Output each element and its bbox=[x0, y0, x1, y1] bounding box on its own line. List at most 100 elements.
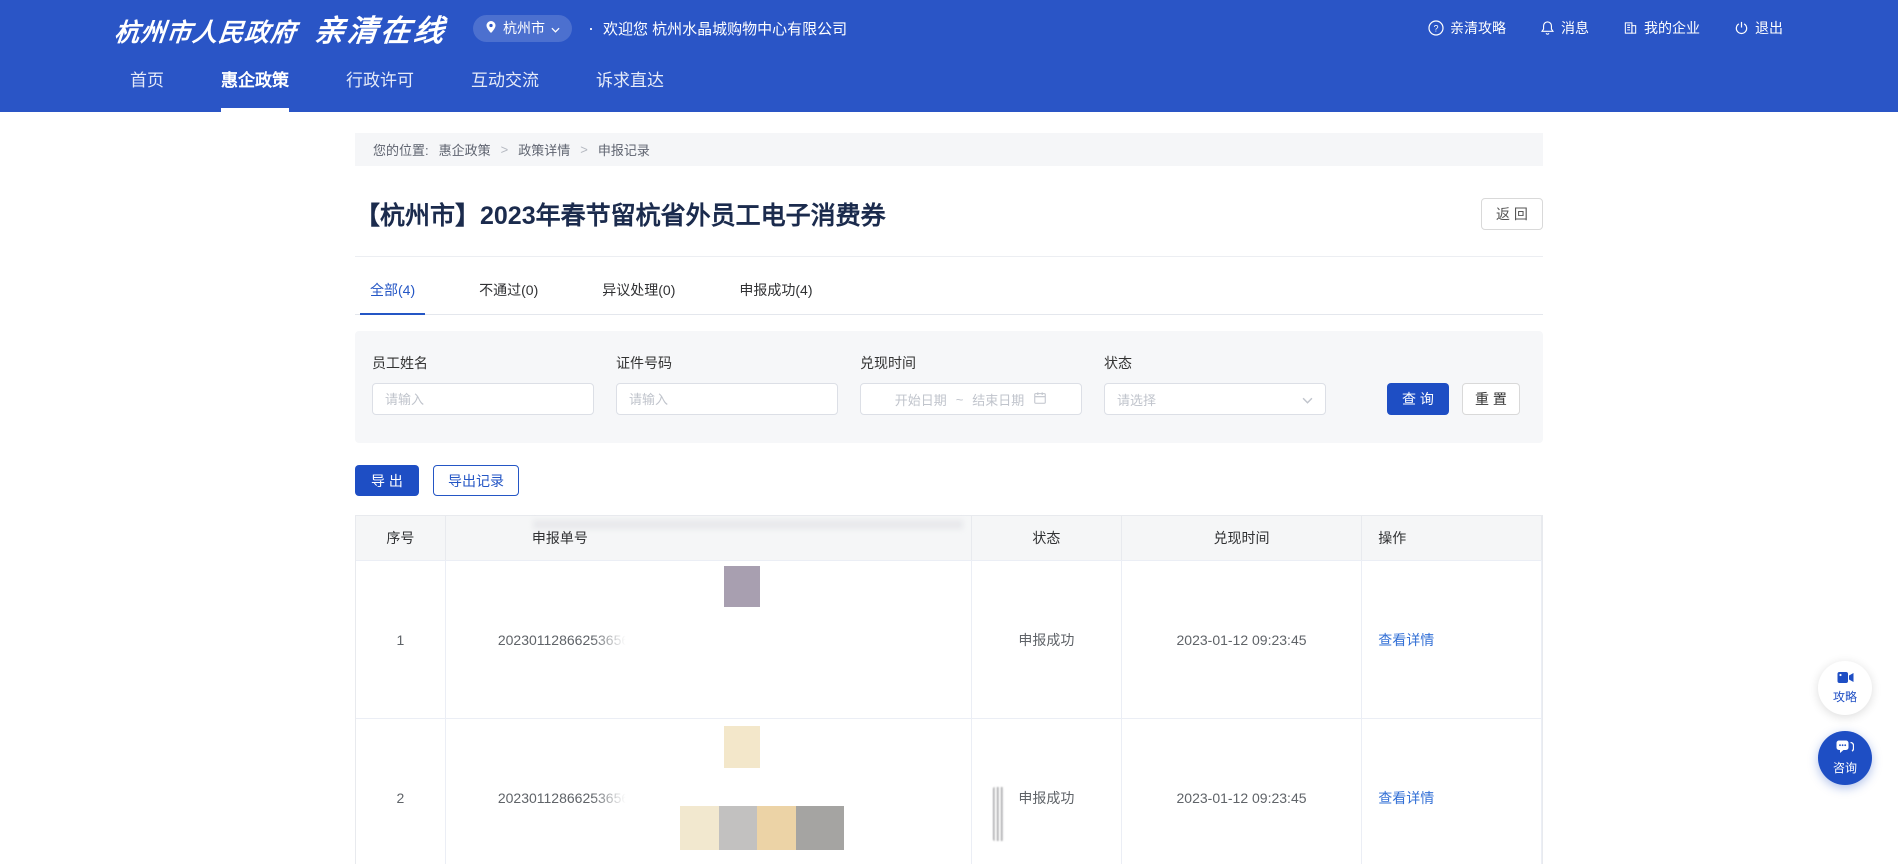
row-redeem-time: 2023-01-12 09:23:45 bbox=[1122, 561, 1363, 718]
redaction-square bbox=[680, 806, 719, 850]
guide-link[interactable]: ? 亲清攻略 bbox=[1428, 18, 1506, 38]
logo-platform-text: 亲清在线 bbox=[313, 6, 450, 50]
video-camera-icon bbox=[1837, 671, 1854, 687]
id-number-input[interactable] bbox=[616, 383, 838, 415]
svg-text:?: ? bbox=[1433, 23, 1438, 33]
my-enterprise-link-label: 我的企业 bbox=[1644, 18, 1700, 38]
tab-dispute[interactable]: 异议处理(0) bbox=[592, 280, 685, 315]
order-no-fade bbox=[592, 788, 640, 810]
site-logo: 杭州市人民政府 亲清在线 bbox=[113, 6, 450, 50]
title-divider bbox=[355, 256, 1543, 257]
row-seq: 1 bbox=[356, 561, 446, 718]
header-links: ? 亲清攻略 消息 我的企业 退出 bbox=[1428, 18, 1783, 38]
col-header-seq: 序号 bbox=[356, 516, 446, 560]
page-title: 【杭州市】2023年春节留杭省外员工电子消费券 bbox=[355, 196, 886, 232]
location-pin-icon bbox=[485, 20, 497, 37]
chevron-down-icon bbox=[551, 20, 560, 36]
breadcrumb-item-policy[interactable]: 惠企政策 bbox=[439, 140, 491, 159]
guide-link-label: 亲清攻略 bbox=[1450, 18, 1506, 38]
status-select[interactable]: 请选择 bbox=[1104, 383, 1326, 415]
date-range-separator: ~ bbox=[956, 392, 964, 407]
nav-item-home[interactable]: 首页 bbox=[130, 56, 164, 112]
welcome-text: · 欢迎您 杭州水晶城购物中心有限公司 bbox=[588, 18, 847, 39]
status-select-placeholder: 请选择 bbox=[1117, 390, 1156, 409]
breadcrumb-separator: > bbox=[580, 142, 588, 157]
top-header: 杭州市人民政府 亲清在线 杭州市 · 欢迎您 杭州水晶城购物中心有限公司 ? 亲… bbox=[0, 0, 1898, 56]
filter-panel: 员工姓名 证件号码 兑现时间 开始日期 ~ 结束日期 状态 请选择 bbox=[355, 331, 1543, 443]
logout-link-label: 退出 bbox=[1755, 18, 1783, 38]
export-actions: 导 出 导出记录 bbox=[355, 465, 1543, 496]
guide-float-label: 攻略 bbox=[1833, 688, 1857, 705]
row-order-no: 202301128662536567 bbox=[446, 561, 972, 718]
row-status: 申报成功 bbox=[972, 561, 1122, 718]
power-icon bbox=[1734, 20, 1749, 36]
employee-name-input[interactable] bbox=[372, 383, 594, 415]
messages-link[interactable]: 消息 bbox=[1540, 18, 1589, 38]
location-label: 杭州市 bbox=[503, 18, 545, 38]
question-circle-icon: ? bbox=[1428, 20, 1444, 36]
messages-link-label: 消息 bbox=[1561, 18, 1589, 38]
logo-gov-text: 杭州市人民政府 bbox=[113, 13, 299, 49]
view-detail-link[interactable]: 查看详情 bbox=[1378, 630, 1434, 650]
redeem-time-label: 兑现时间 bbox=[860, 353, 1082, 373]
employee-name-label: 员工姓名 bbox=[372, 353, 594, 373]
nav-item-administrative-license[interactable]: 行政许可 bbox=[346, 56, 414, 112]
redaction-smear bbox=[533, 520, 963, 529]
export-button[interactable]: 导 出 bbox=[355, 465, 419, 496]
table-header-row: 序号 申报单号 状态 兑现时间 操作 bbox=[356, 516, 1542, 560]
guide-float-button[interactable]: 攻略 bbox=[1818, 661, 1872, 715]
building-icon bbox=[1623, 20, 1638, 36]
redaction-smudge bbox=[993, 787, 1004, 841]
consult-float-label: 咨询 bbox=[1833, 759, 1857, 776]
consult-float-button[interactable]: 咨询 bbox=[1818, 731, 1872, 785]
date-range-picker[interactable]: 开始日期 ~ 结束日期 bbox=[860, 383, 1082, 415]
logout-link[interactable]: 退出 bbox=[1734, 18, 1783, 38]
tab-rejected[interactable]: 不通过(0) bbox=[469, 280, 548, 315]
filter-status: 状态 请选择 bbox=[1104, 353, 1326, 415]
calendar-icon bbox=[1033, 391, 1047, 408]
status-tabs: 全部(4) 不通过(0) 异议处理(0) 申报成功(4) bbox=[355, 280, 1543, 315]
breadcrumb-item-policy-detail[interactable]: 政策详情 bbox=[518, 140, 570, 159]
breadcrumb-separator: > bbox=[501, 142, 509, 157]
reset-button[interactable]: 重 置 bbox=[1462, 383, 1520, 415]
redaction-strip bbox=[680, 806, 844, 850]
location-selector[interactable]: 杭州市 bbox=[473, 15, 572, 42]
chat-icon bbox=[1836, 740, 1854, 758]
search-button[interactable]: 查 询 bbox=[1387, 383, 1449, 415]
main-nav: 首页 惠企政策 行政许可 互动交流 诉求直达 bbox=[0, 56, 1898, 112]
breadcrumb-prefix: 您的位置: bbox=[373, 140, 429, 159]
tab-success[interactable]: 申报成功(4) bbox=[729, 280, 822, 315]
end-date-placeholder: 结束日期 bbox=[972, 390, 1024, 409]
col-header-status: 状态 bbox=[972, 516, 1122, 560]
redaction-square bbox=[719, 806, 757, 850]
export-records-button[interactable]: 导出记录 bbox=[433, 465, 519, 496]
redaction-square bbox=[796, 806, 844, 850]
start-date-placeholder: 开始日期 bbox=[895, 390, 947, 409]
welcome-separator: · bbox=[588, 19, 594, 37]
row-redeem-time: 2023-01-12 09:23:45 bbox=[1122, 719, 1363, 864]
chevron-down-icon bbox=[1302, 392, 1313, 407]
view-detail-link[interactable]: 查看详情 bbox=[1378, 788, 1434, 808]
application-records-table: 序号 申报单号 状态 兑现时间 操作 1 202301128662536567 … bbox=[355, 515, 1543, 864]
status-label: 状态 bbox=[1104, 353, 1326, 373]
breadcrumb-item-application-records[interactable]: 申报记录 bbox=[598, 140, 650, 159]
row-seq: 2 bbox=[356, 719, 446, 864]
col-header-redeem-time: 兑现时间 bbox=[1122, 516, 1363, 560]
filter-buttons: 查 询 重 置 bbox=[1387, 383, 1520, 415]
tab-all[interactable]: 全部(4) bbox=[360, 280, 425, 315]
order-no-fade bbox=[592, 630, 640, 652]
col-header-action: 操作 bbox=[1362, 516, 1542, 560]
bell-icon bbox=[1540, 20, 1555, 36]
nav-item-enterprise-policy[interactable]: 惠企政策 bbox=[221, 56, 289, 112]
table-row: 2 202301128662536563 申报成功 2023-01-12 09:… bbox=[356, 718, 1542, 864]
redaction-square bbox=[757, 806, 796, 850]
back-button[interactable]: 返 回 bbox=[1481, 198, 1543, 230]
table-row: 1 202301128662536567 申报成功 2023-01-12 09:… bbox=[356, 560, 1542, 718]
filter-employee-name: 员工姓名 bbox=[372, 353, 594, 415]
redaction-block bbox=[724, 566, 760, 607]
filter-redeem-time: 兑现时间 开始日期 ~ 结束日期 bbox=[860, 353, 1082, 415]
welcome-company: 欢迎您 杭州水晶城购物中心有限公司 bbox=[603, 18, 847, 39]
my-enterprise-link[interactable]: 我的企业 bbox=[1623, 18, 1700, 38]
nav-item-appeals[interactable]: 诉求直达 bbox=[596, 56, 664, 112]
nav-item-interaction[interactable]: 互动交流 bbox=[471, 56, 539, 112]
